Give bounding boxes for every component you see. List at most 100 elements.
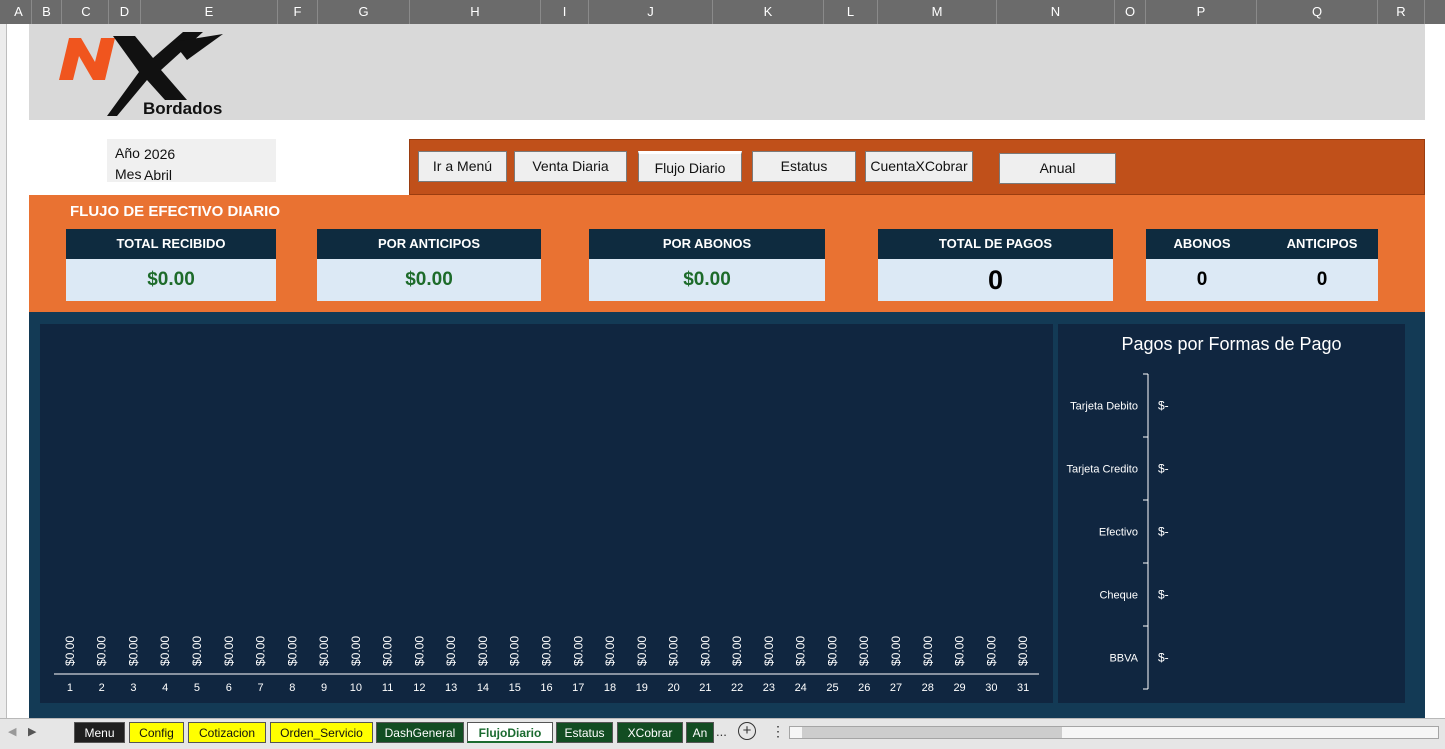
daily-data-label: $0.00 <box>921 636 935 666</box>
daily-tick-label: 11 <box>382 682 393 694</box>
daily-data-label: $0.00 <box>158 636 172 666</box>
daily-data-label: $0.00 <box>1016 636 1030 666</box>
daily-tick-label: 22 <box>731 682 743 694</box>
daily-tick-label: 16 <box>540 682 552 694</box>
daily-tick-label: 13 <box>445 682 457 694</box>
total-pagos-value: 0 <box>878 259 1113 301</box>
column-header-b[interactable]: B <box>32 0 62 24</box>
column-header-g[interactable]: G <box>318 0 410 24</box>
daily-tick-label: 7 <box>257 682 263 694</box>
column-header-e[interactable]: E <box>141 0 278 24</box>
column-header-i[interactable]: I <box>541 0 589 24</box>
daily-tick-label: 5 <box>194 682 200 694</box>
flujo-diario-button[interactable]: Flujo Diario <box>638 151 742 182</box>
column-header-f[interactable]: F <box>278 0 318 24</box>
kpi-title: FLUJO DE EFECTIVO DIARIO <box>70 203 281 220</box>
daily-tick-label: 27 <box>890 682 902 694</box>
daily-tick-label: 4 <box>162 682 168 694</box>
sheet-tab-config[interactable]: Config <box>129 722 184 743</box>
payment-data-label: $- <box>1158 651 1169 665</box>
daily-tick-label: 1 <box>67 682 73 694</box>
payment-data-label: $- <box>1158 588 1169 602</box>
daily-chart-svg: $0.00 1 $0.00 2 $0.00 3 $0.00 4 $0.00 5 $0.00 6 $0.0… <box>54 636 1039 694</box>
column-header-o[interactable]: O <box>1115 0 1146 24</box>
daily-tick-label: 31 <box>1017 682 1029 694</box>
por-abonos-label: POR ABONOS <box>589 229 825 259</box>
more-options-icon[interactable]: ⋮ <box>771 723 785 740</box>
column-header-d[interactable]: D <box>109 0 141 24</box>
daily-tick-label: 14 <box>477 682 489 694</box>
column-header-l[interactable]: L <box>824 0 878 24</box>
sheet-tab-an[interactable]: An <box>686 722 714 743</box>
abonos-anticipos-header: ABONOS ANTICIPOS <box>1146 229 1378 259</box>
abonos-anticipos-values: 0 0 <box>1146 259 1378 301</box>
sheet-tab-orden-servicio[interactable]: Orden_Servicio <box>270 722 373 743</box>
menu-button[interactable]: Ir a Menú <box>418 151 507 182</box>
month-value[interactable]: Abril <box>144 167 172 183</box>
payment-data-label: $- <box>1158 462 1169 476</box>
daily-tick-label: 25 <box>826 682 838 694</box>
column-header-h[interactable]: H <box>410 0 541 24</box>
total-recibido-value: $0.00 <box>66 259 276 301</box>
daily-tick-label: 9 <box>321 682 327 694</box>
year-value[interactable]: 2026 <box>144 146 175 162</box>
column-header-p[interactable]: P <box>1146 0 1257 24</box>
daily-data-label: $0.00 <box>825 636 839 666</box>
anual-button[interactable]: Anual <box>999 153 1116 184</box>
column-header-a[interactable]: A <box>6 0 32 24</box>
add-sheet-icon[interactable]: + <box>738 722 756 740</box>
cuentaxcobrar-button[interactable]: CuentaXCobrar <box>865 151 973 182</box>
total-recibido-label: TOTAL RECIBIDO <box>66 229 276 259</box>
daily-cashflow-chart[interactable]: $0.00 1 $0.00 2 $0.00 3 $0.00 4 $0.00 5 $0.00 6 $0.0… <box>40 324 1053 703</box>
column-header-k[interactable]: K <box>713 0 824 24</box>
venta-diaria-button[interactable]: Venta Diaria <box>514 151 627 182</box>
column-header-r[interactable]: R <box>1378 0 1425 24</box>
daily-tick-label: 18 <box>604 682 616 694</box>
sheet-tab-estatus[interactable]: Estatus <box>556 722 613 743</box>
daily-data-label: $0.00 <box>317 636 331 666</box>
daily-tick-label: 10 <box>350 682 362 694</box>
sheet-tab-flujodiario[interactable]: FlujoDiario <box>467 722 553 743</box>
sheet-tab-dashgeneral[interactable]: DashGeneral <box>376 722 464 743</box>
tab-scroll-right-icon[interactable]: ▶ <box>28 725 36 738</box>
anticipos-value: 0 <box>1316 269 1328 290</box>
column-header-n[interactable]: N <box>997 0 1115 24</box>
daily-data-label: $0.00 <box>126 636 140 666</box>
tab-more[interactable]: ... <box>716 724 727 739</box>
daily-data-label: $0.00 <box>635 636 649 666</box>
daily-tick-label: 2 <box>99 682 105 694</box>
abonos-label: ABONOS <box>1173 236 1231 251</box>
payment-data-label: $- <box>1158 525 1169 539</box>
sheet-tab-xcobrar[interactable]: XCobrar <box>617 722 683 743</box>
row-header-strip <box>0 24 7 718</box>
daily-tick-label: 6 <box>226 682 232 694</box>
logo-mark: Bordados <box>59 32 223 118</box>
estatus-button[interactable]: Estatus <box>752 151 856 182</box>
column-header-j[interactable]: J <box>589 0 713 24</box>
daily-data-label: $0.00 <box>953 636 967 666</box>
column-header-q[interactable]: Q <box>1257 0 1378 24</box>
payment-category-label: Tarjeta Debito <box>1070 401 1138 413</box>
period-selector: Año 2026 Mes Abril <box>107 139 276 183</box>
month-label: Mes <box>115 166 142 182</box>
payment-category-label: Tarjeta Credito <box>1066 464 1138 476</box>
daily-tick-label: 17 <box>572 682 584 694</box>
tab-scroll-left-icon[interactable]: ◀ <box>8 725 16 738</box>
payment-chart-title: Pagos por Formas de Pago <box>1121 334 1342 354</box>
nx-bordados-logo: Bordados <box>55 30 245 120</box>
total-pagos-label: TOTAL DE PAGOS <box>878 229 1113 259</box>
daily-tick-label: 23 <box>763 682 775 694</box>
sheet-tab-menu[interactable]: Menu <box>74 722 125 743</box>
daily-tick-label: 21 <box>699 682 711 694</box>
daily-data-label: $0.00 <box>857 636 871 666</box>
daily-tick-label: 3 <box>130 682 136 694</box>
sheet-tab-cotizacion[interactable]: Cotizacion <box>188 722 266 743</box>
column-header-m[interactable]: M <box>878 0 997 24</box>
column-header-c[interactable]: C <box>64 0 109 24</box>
daily-data-label: $0.00 <box>285 636 299 666</box>
horizontal-scroll-thumb[interactable] <box>802 727 1062 738</box>
column-header-bar: ABCDEFGHIJKLMNOPQR <box>0 0 1445 24</box>
anticipos-label: ANTICIPOS <box>1286 236 1358 251</box>
daily-data-label: $0.00 <box>444 636 458 666</box>
payment-methods-chart[interactable]: Tarjeta Debito $- Tarjeta Credito $- Efectiv… <box>1058 324 1405 703</box>
